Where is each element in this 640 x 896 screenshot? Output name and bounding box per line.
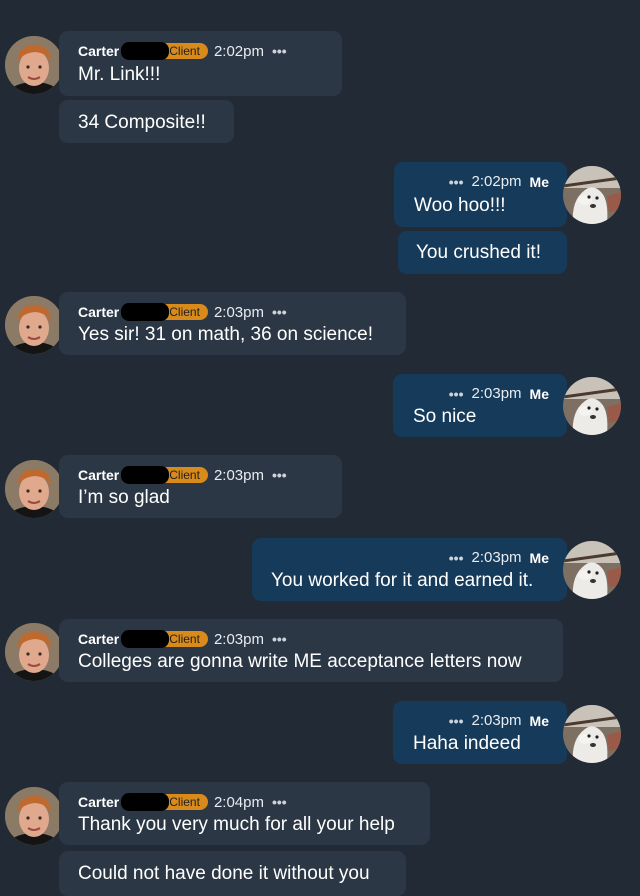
contact-avatar[interactable] [5,460,63,518]
more-options-icon[interactable]: ••• [449,550,464,566]
my-avatar[interactable] [563,166,621,224]
contact-avatar[interactable] [5,36,63,94]
sender-name: Me [529,549,549,566]
message-text: You crushed it! [416,242,541,263]
message-meta: ••• 2:03pm Me [449,549,549,566]
sender-name: Carter [78,304,120,320]
redacted-surname [121,42,170,60]
my-avatar-image [563,541,621,599]
more-options-icon[interactable]: ••• [272,467,287,483]
message-bubble[interactable]: ••• 2:03pm Me Haha indeed [393,701,567,764]
message-text: Thank you very much for all your help [78,814,395,835]
message-bubble[interactable]: Carter Client 2:04pm ••• Thank you very … [59,782,430,845]
message-meta: ••• 2:02pm Me [449,173,549,190]
message-time: 2:03pm [213,303,264,321]
redacted-surname [121,466,170,484]
my-avatar-image [563,166,621,224]
sender-name: Carter [78,467,120,483]
my-avatar[interactable] [563,377,621,435]
more-options-icon[interactable]: ••• [449,713,464,729]
sender-name: Me [529,173,549,190]
my-avatar-image [563,377,621,435]
message-time: 2:03pm [471,385,522,402]
more-options-icon[interactable]: ••• [272,304,287,320]
sender-name: Carter [78,794,120,810]
message-time: 2:02pm [471,173,522,190]
message-bubble[interactable]: ••• 2:03pm Me So nice [393,374,567,437]
message-meta: ••• 2:03pm Me [449,385,549,402]
contact-avatar[interactable] [5,787,63,845]
redacted-surname [121,793,170,811]
message-text: You worked for it and earned it. [271,570,534,591]
contact-avatar[interactable] [5,623,63,681]
message-bubble[interactable]: 34 Composite!! [59,100,234,143]
message-bubble[interactable]: Carter Client 2:03pm ••• Colleges are go… [59,619,563,682]
message-text: 34 Composite!! [78,112,206,133]
contact-avatar-image [5,623,63,681]
message-bubble[interactable]: ••• 2:03pm Me You worked for it and earn… [252,538,567,601]
message-bubble[interactable]: Could not have done it without you [59,851,406,896]
message-meta: Carter Client 2:03pm ••• [78,630,287,648]
message-meta: Carter Client 2:02pm ••• [78,42,287,60]
my-avatar[interactable] [563,541,621,599]
message-meta: Carter Client 2:03pm ••• [78,303,287,321]
message-text: Yes sir! 31 on math, 36 on science! [78,324,374,345]
message-time: 2:03pm [213,630,264,648]
redacted-surname [121,303,170,321]
message-text: Colleges are gonna write ME acceptance l… [78,651,522,672]
sender-name: Carter [78,43,120,59]
sender-name: Me [529,385,549,402]
contact-avatar-image [5,787,63,845]
message-time: 2:03pm [471,549,522,566]
message-meta: ••• 2:03pm Me [449,712,549,729]
message-bubble[interactable]: Carter Client 2:02pm ••• Mr. Link!!! [59,31,342,96]
more-options-icon[interactable]: ••• [272,631,287,647]
redacted-surname [121,630,170,648]
contact-avatar-image [5,36,63,94]
contact-avatar[interactable] [5,296,63,354]
message-bubble[interactable]: ••• 2:02pm Me Woo hoo!!! [394,162,567,227]
message-meta: Carter Client 2:04pm ••• [78,793,287,811]
message-time: 2:04pm [213,793,264,811]
message-text: Haha indeed [413,733,521,754]
sender-name: Carter [78,631,120,647]
more-options-icon[interactable]: ••• [272,43,287,59]
contact-avatar-image [5,296,63,354]
more-options-icon[interactable]: ••• [449,174,464,190]
message-time: 2:03pm [471,712,522,729]
more-options-icon[interactable]: ••• [272,794,287,810]
my-avatar[interactable] [563,705,621,763]
my-avatar-image [563,705,621,763]
message-text: So nice [413,406,477,427]
message-bubble[interactable]: Carter Client 2:03pm ••• Yes sir! 31 on … [59,292,406,355]
message-time: 2:03pm [213,466,264,484]
message-meta: Carter Client 2:03pm ••• [78,466,287,484]
message-text: I’m so glad [78,487,170,508]
message-text: Woo hoo!!! [414,195,506,216]
message-bubble[interactable]: Carter Client 2:03pm ••• I’m so glad [59,455,342,518]
message-bubble[interactable]: You crushed it! [398,231,567,274]
sender-name: Me [529,712,549,729]
contact-avatar-image [5,460,63,518]
message-text: Could not have done it without you [78,863,370,884]
more-options-icon[interactable]: ••• [449,386,464,402]
message-time: 2:02pm [213,42,264,60]
message-text: Mr. Link!!! [78,64,161,85]
